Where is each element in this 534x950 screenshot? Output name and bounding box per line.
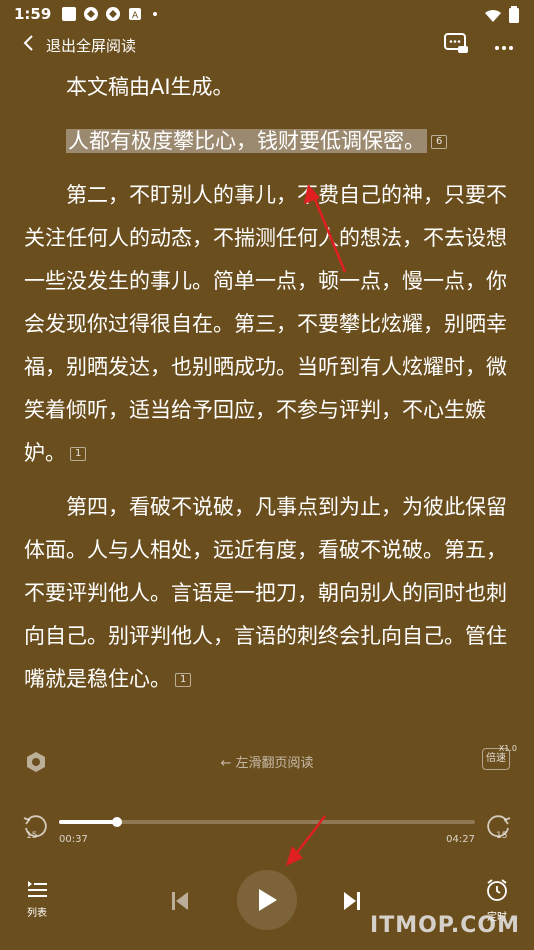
forward-15-icon[interactable]: 15 <box>486 814 512 844</box>
next-button[interactable] <box>342 890 362 916</box>
skip-previous-icon <box>172 892 188 910</box>
svg-text:A: A <box>132 11 139 21</box>
playlist-button[interactable]: 列表 <box>22 878 52 919</box>
comment-count-badge[interactable]: 1 <box>70 447 87 461</box>
watermark-logo: ITMOP.COM <box>370 913 520 938</box>
skip-next-icon <box>344 892 360 910</box>
play-button[interactable] <box>237 870 297 930</box>
current-time: 00:37 <box>59 834 88 845</box>
status-time: 1:59 <box>14 5 52 23</box>
alarm-clock-icon <box>487 879 507 901</box>
progress-row: 15 00:37 04:27 15 <box>0 812 534 852</box>
app-icon-2 <box>105 6 121 22</box>
highlighted-paragraph: 人都有极度攀比心，钱财要低调保密。 6 <box>24 120 514 163</box>
app-notification-icon <box>61 6 77 22</box>
paragraph-2: 第二，不盯别人的事儿，不费自己的神，只要不关注任何人的动态，不揣测任何人的想法，… <box>24 174 514 475</box>
back-button[interactable] <box>22 34 34 57</box>
app-icon-3: A <box>127 6 143 22</box>
previous-button[interactable] <box>170 890 190 916</box>
app-icon-1 <box>83 6 99 22</box>
list-icon <box>28 881 47 897</box>
swipe-hint: ← 左滑翻页阅读 <box>220 756 314 771</box>
speed-button[interactable]: 倍速 X1.0 <box>482 744 517 770</box>
highlighted-sentence[interactable]: 人都有极度攀比心，钱财要低调保密。 <box>66 129 427 153</box>
paragraph-2-text[interactable]: 第二，不盯别人的事儿，不费自己的神，只要不关注任何人的动态，不揣测任何人的想法，… <box>24 183 507 465</box>
reading-content: 本文稿由AI生成。 人都有极度攀比心，钱财要低调保密。 6 第二，不盯别人的事儿，… <box>24 66 514 720</box>
total-time: 04:27 <box>446 834 475 845</box>
paragraph-3-text[interactable]: 第四，看破不说破，凡事点到为止，为彼此保留体面。人与人相处，远近有度，看破不说破… <box>24 495 507 691</box>
ai-disclaimer: 本文稿由AI生成。 <box>66 75 234 99</box>
progress-track[interactable] <box>59 817 475 827</box>
comment-count-badge[interactable]: 1 <box>175 673 192 687</box>
list-label: 列表 <box>27 908 47 919</box>
rewind-label: 15 <box>26 831 37 840</box>
exit-fullscreen-label[interactable]: 退出全屏阅读 <box>46 35 136 56</box>
reader-top-bar: 退出全屏阅读 <box>0 30 534 60</box>
chevron-left-icon <box>23 34 33 51</box>
wifi-icon <box>484 7 502 27</box>
progress-knob[interactable] <box>112 817 123 827</box>
comment-ai-icon[interactable] <box>444 32 468 58</box>
content-fade <box>24 702 514 720</box>
paragraph-3: 第四，看破不说破，凡事点到为止，为彼此保留体面。人与人相处，远近有度，看破不说破… <box>24 486 514 701</box>
more-icon[interactable] <box>494 36 514 55</box>
speed-value: X1.0 <box>498 744 517 753</box>
play-icon <box>259 889 277 911</box>
battery-icon <box>508 6 520 28</box>
progress-fill <box>59 820 118 824</box>
forward-label: 15 <box>496 831 507 840</box>
status-bar: 1:59 A <box>0 0 534 28</box>
dot-icon <box>149 6 165 22</box>
comment-count-badge[interactable]: 6 <box>431 135 448 149</box>
rewind-15-icon[interactable]: 15 <box>22 814 48 844</box>
mid-bar: ← 左滑翻页阅读 倍速 X1.0 <box>0 744 534 780</box>
